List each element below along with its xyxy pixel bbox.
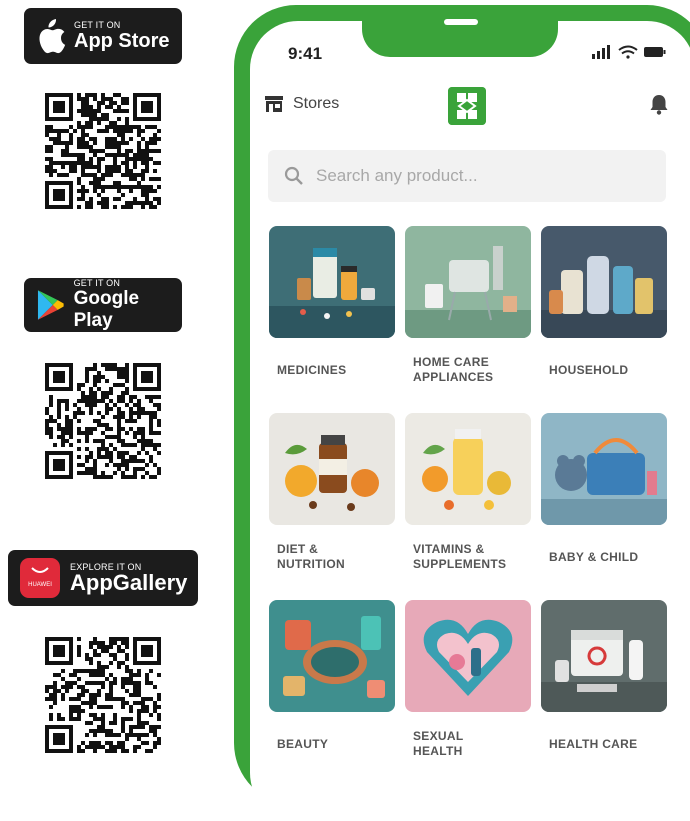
signal-icon [592,45,610,59]
qr-code-icon[interactable] [45,637,161,753]
category-label: BEAUTY [277,736,329,751]
category-image [405,413,531,525]
category-image [541,413,667,525]
wifi-icon [618,45,638,59]
google-play-icon [37,290,64,320]
app-store-badge-label: App Store [74,30,170,52]
search-icon [284,166,303,185]
google-play-badge-small: GET IT ON [73,278,121,288]
category-image [405,600,531,712]
huawei-logo-icon: HUAWEI [20,558,60,598]
status-icons [592,45,666,59]
apple-logo-icon [39,19,66,54]
google-play-badge[interactable]: GET IT ON Google Play [24,278,182,332]
category-label: MEDICINES [277,362,347,377]
search-placeholder: Search any product... [316,166,478,185]
google-play-badge-label: Google Play [73,288,140,331]
app-store-badge[interactable]: GET IT ON App Store [24,8,182,64]
phone-speaker [444,19,478,25]
phone-notch [362,5,558,57]
category-image [541,600,667,712]
qr-code-icon[interactable] [45,363,161,479]
bell-icon[interactable] [648,93,670,115]
stores-button[interactable]: Stores [264,95,339,113]
status-time: 9:41 [288,44,323,63]
app-gallery-badge[interactable]: HUAWEI EXPLORE IT ON AppGallery [8,550,198,606]
category-image [269,600,395,712]
pharmacy-logo-icon[interactable] [448,87,486,125]
category-image [269,226,395,338]
store-icon [265,96,283,112]
stores-label: Stores [293,95,340,112]
category-label: VITAMINS & SUPPLEMENTS [413,542,507,571]
category-label: BABY & CHILD [549,549,639,564]
category-image [269,413,395,525]
category-label: HOME CARE APPLIANCES [413,355,494,384]
category-image [541,226,667,338]
category-label: HEALTH CARE [549,736,638,751]
search-input[interactable]: Search any product... [268,150,666,202]
category-label: HOUSEHOLD [549,362,629,377]
app-gallery-badge-label: AppGallery [70,570,188,595]
category-image [405,226,531,338]
qr-code-icon[interactable] [45,93,161,209]
category-label: DIET & NUTRITION [277,542,346,571]
app-store-badge-small: GET IT ON [74,20,121,30]
huawei-logo-text: HUAWEI [28,582,52,588]
battery-icon [644,47,666,57]
category-label: SEXUAL HEALTH [413,729,464,758]
